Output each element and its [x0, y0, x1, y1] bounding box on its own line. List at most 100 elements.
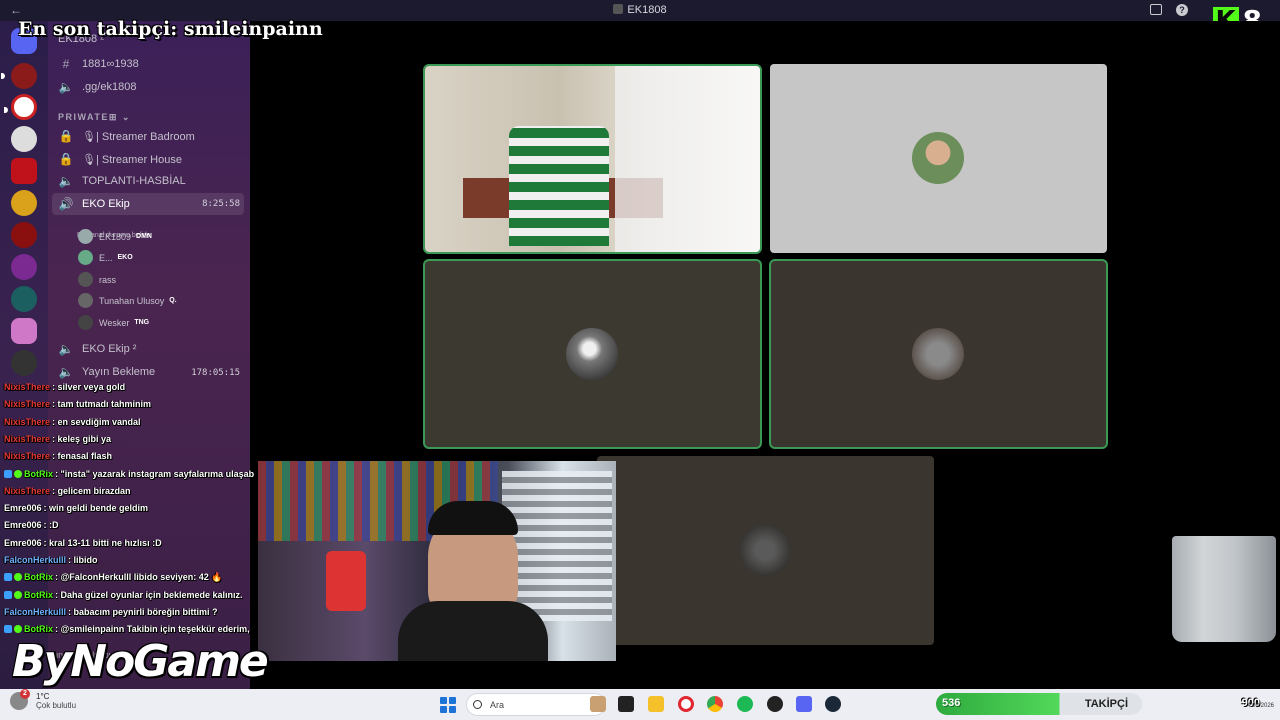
chat-message: FalconHerkulll: babacım peynirli böreğin… [4, 607, 218, 617]
start-icon[interactable] [440, 697, 456, 713]
verified-badge-icon [14, 573, 22, 582]
channel-label: EKO Ekip ² [82, 343, 137, 355]
server-icon[interactable] [11, 158, 37, 184]
chat-username: BotRix [24, 624, 53, 635]
inbox-icon[interactable] [1150, 4, 1162, 15]
steam-icon[interactable] [825, 696, 841, 712]
avatar [912, 132, 964, 184]
voice-channel[interactable]: 🔈 EKO Ekip ² [58, 342, 137, 356]
text-channel[interactable]: #1881∞1938 [58, 57, 139, 71]
voice-channel[interactable]: 🔈 .gg/ek1808 [58, 80, 137, 94]
jersey-shape [509, 126, 609, 246]
video-tile-camera[interactable] [425, 66, 760, 252]
video-tile-avatar[interactable] [597, 456, 934, 645]
server-icon[interactable] [1, 63, 37, 89]
voice-member[interactable]: rass [78, 272, 116, 287]
chat-message: FalconHerkulll: libido [4, 555, 98, 565]
chat-message: Emre006: kral 13-11 bitti ne hızlısı :D [4, 538, 162, 548]
spotify-icon[interactable] [737, 696, 753, 712]
video-tile-avatar[interactable] [770, 64, 1107, 253]
member-tag: Q. [169, 297, 177, 304]
member-tag: EKO [117, 254, 133, 261]
chat-message: NixisThere: en sevdiğim vandal [4, 417, 141, 427]
voice-member[interactable]: EK1809 DMN [78, 229, 152, 244]
avatar [78, 250, 93, 265]
chat-text: : libido [68, 555, 98, 565]
window-title: EK1808 [0, 4, 1280, 16]
bot-badge-icon [4, 469, 12, 478]
streamer-webcam [258, 461, 616, 661]
avatar [78, 293, 93, 308]
chat-text: : :D [43, 520, 59, 531]
window-title-text: EK1808 [627, 4, 667, 16]
verified-badge-icon [14, 590, 22, 599]
chat-message: NixisThere: fenasal flash [4, 451, 112, 461]
channel-label: 🎙| Streamer House [82, 153, 182, 166]
category-header[interactable]: PRIWATE⊞ ⌄ [58, 112, 131, 123]
chat-username: NixisThere [4, 416, 51, 427]
server-icon[interactable] [11, 318, 37, 344]
channel-label: EKO Ekip [82, 198, 130, 210]
video-tile-avatar[interactable] [771, 261, 1106, 447]
chat-username: FalconHerkulll [4, 555, 67, 565]
voice-member[interactable]: Tunahan Ulusoy Q. [78, 293, 177, 308]
chat-message: NixisThere: keleş gibi ya [4, 434, 111, 444]
weather-widget[interactable]: 2 1°C Çok bulutlu [10, 689, 76, 710]
chat-username: NixisThere [4, 382, 51, 392]
chat-message: Emre006: :D [4, 520, 59, 530]
voice-channel[interactable]: 🔈 Yayın Bekleme [58, 365, 156, 379]
chat-text: : tam tutmadı tahminim [52, 399, 152, 410]
chat-text: : kral 13-11 bitti ne hızlısı :D [43, 537, 162, 548]
chat-message: BotRix: @smileinpainn Takibin için teşek… [4, 624, 250, 634]
search-input[interactable]: Ara [466, 693, 606, 716]
avatar [739, 524, 791, 576]
chat-username: NixisThere [4, 485, 51, 496]
file-explorer-icon[interactable] [648, 696, 664, 712]
voice-member[interactable]: E... EKO [78, 250, 133, 265]
voice-channel[interactable]: 🔒 🎙| Streamer Badroom [58, 129, 195, 143]
followers-label: TAKİPÇİ [1084, 698, 1128, 710]
help-icon[interactable]: ? [1176, 4, 1188, 16]
app-icon[interactable] [767, 696, 783, 712]
chat-username: Emre006 [4, 520, 42, 531]
channel-label: TOPLANTI-HASBİAL [82, 175, 186, 187]
video-tile-avatar[interactable] [425, 261, 760, 447]
chat-message: BotRix: "insta" yazarak instagram sayfal… [4, 469, 254, 479]
last-follower-banner: En son takipçi: smileinpainn [18, 18, 323, 40]
server-icon[interactable] [11, 222, 37, 248]
chat-text: : keleş gibi ya [52, 433, 112, 444]
chat-username: BotRix [24, 468, 53, 479]
notification-badge: 2 [20, 689, 30, 699]
server-icon[interactable] [11, 190, 37, 216]
chat-message: Emre006: win geldi bende geldim [4, 503, 148, 513]
speaker-icon: 🔊 [58, 197, 74, 211]
lock-icon: 🔒 [58, 152, 74, 166]
search-placeholder: Ara [490, 699, 505, 710]
curtain-shape [615, 66, 760, 252]
chat-text: : gelicem birazdan [52, 485, 131, 496]
voice-channel[interactable]: 🔈 TOPLANTI-HASBİAL [58, 174, 186, 188]
chat-message: NixisThere: gelicem birazdan [4, 486, 131, 496]
server-icon [613, 4, 624, 14]
speaker-icon: 🔈 [58, 342, 74, 356]
follower-goal-bar: 536 TAKİPÇİ 900 [936, 693, 1260, 715]
server-icon[interactable] [4, 94, 37, 120]
voice-channel[interactable]: 🔒 🎙| Streamer House [58, 152, 182, 166]
server-icon[interactable] [11, 254, 37, 280]
verified-badge-icon [14, 625, 22, 634]
opera-icon[interactable] [678, 696, 694, 712]
avatar [912, 328, 964, 380]
pinned-app-icon[interactable] [590, 696, 606, 712]
chrome-icon[interactable] [707, 696, 723, 712]
channel-label: 1881∞1938 [82, 58, 139, 70]
bynogame-watermark: ByNoGame [12, 636, 269, 687]
taskview-icon[interactable] [618, 696, 634, 712]
server-icon[interactable] [11, 350, 37, 376]
chat-message: NixisThere: silver veya gold [4, 382, 125, 392]
chat-text: : "insta" yazarak instagram sayfalarıma … [55, 468, 255, 479]
server-icon[interactable] [11, 126, 37, 152]
server-icon[interactable] [11, 286, 37, 312]
discord-icon[interactable] [796, 696, 812, 712]
chat-username: NixisThere [4, 451, 51, 462]
voice-member[interactable]: Wesker TNG [78, 315, 149, 330]
